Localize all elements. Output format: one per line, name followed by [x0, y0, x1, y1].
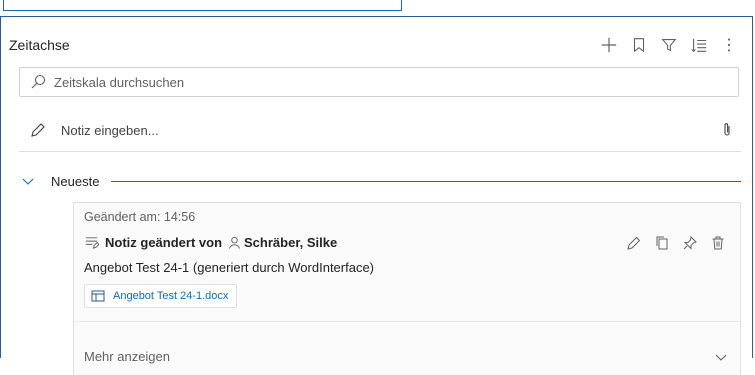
card-divider — [74, 321, 740, 322]
top-field-edge — [3, 0, 402, 11]
filter-button[interactable] — [654, 31, 684, 59]
entry-actions — [624, 233, 728, 253]
timeline-title: Zeitachse — [9, 37, 70, 53]
person-icon — [228, 236, 241, 249]
entry-author[interactable]: Schräber, Silke — [244, 235, 337, 250]
attachment-name[interactable]: Angebot Test 24-1.docx — [113, 290, 228, 302]
copy-button[interactable] — [652, 233, 672, 253]
pin-icon — [683, 235, 697, 250]
entry-action: Notiz geändert von — [105, 235, 223, 250]
section-label: Neueste — [51, 173, 100, 189]
note-icon — [85, 237, 99, 249]
chevron-down-icon[interactable] — [714, 350, 728, 364]
timeline-search[interactable] — [19, 67, 739, 97]
bookmark-button[interactable] — [624, 31, 654, 59]
attachment-link[interactable]: Angebot Test 24-1.docx — [84, 284, 238, 308]
more-vertical-icon — [727, 38, 731, 52]
edit-button[interactable] — [624, 233, 644, 253]
note-input-row[interactable]: Notiz eingeben... — [19, 109, 741, 152]
plus-icon — [601, 37, 617, 53]
section-header-newest[interactable]: Neueste — [19, 171, 741, 191]
timeline-entry-card: Geändert am: 14:56 Notiz geändert von Sc… — [73, 202, 741, 375]
modified-timestamp: Geändert am: 14:56 — [84, 210, 196, 224]
word-document-icon — [91, 290, 105, 302]
chevron-down-icon[interactable] — [21, 174, 35, 188]
search-icon — [31, 74, 46, 89]
top-strip — [0, 0, 755, 16]
show-more-link[interactable]: Mehr anzeigen — [84, 349, 170, 364]
paperclip-icon[interactable] — [719, 122, 735, 138]
section-divider — [111, 180, 741, 182]
trash-icon — [712, 236, 724, 250]
delete-button[interactable] — [708, 233, 728, 253]
pencil-icon — [627, 236, 641, 250]
filter-icon — [661, 39, 677, 52]
pencil-icon — [31, 123, 45, 137]
sort-button[interactable] — [684, 31, 714, 59]
add-button[interactable] — [594, 31, 624, 59]
pin-button[interactable] — [680, 233, 700, 253]
more-options-button[interactable] — [714, 31, 744, 59]
timeline-toolbar — [594, 31, 744, 59]
sort-icon — [691, 38, 707, 53]
bookmark-icon — [633, 38, 645, 53]
entry-description: Angebot Test 24-1 (generiert durch WordI… — [84, 260, 375, 275]
timeline-panel: Zeitachse Notiz eingeben... — [0, 16, 753, 375]
copy-icon — [656, 236, 668, 250]
entry-author-row: Notiz geändert von Schräber, Silke — [84, 235, 337, 250]
timeline-header: Zeitachse — [1, 17, 752, 65]
note-placeholder[interactable]: Notiz eingeben... — [61, 123, 719, 138]
search-input[interactable] — [52, 73, 738, 91]
